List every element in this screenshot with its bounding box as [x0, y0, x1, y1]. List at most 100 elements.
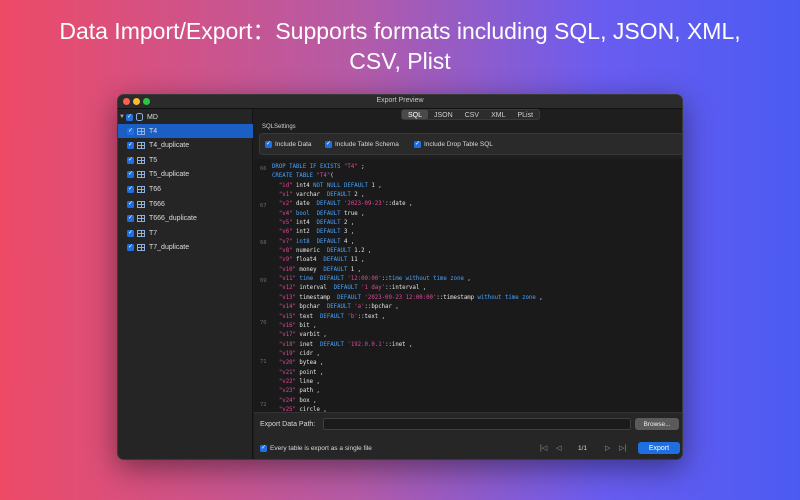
code-line: "v9" float4 DEFAULT 11 ,: [278, 257, 365, 264]
tree-root-label: MD: [147, 113, 158, 121]
checkbox-checked-icon[interactable]: ✓: [127, 229, 134, 237]
code-line: "v24" box ,: [278, 397, 317, 404]
tab-csv[interactable]: CSV: [459, 110, 485, 119]
gutter-number: 68: [260, 240, 267, 246]
code-line: "v2" date DEFAULT '2023-09-23'::date ,: [278, 201, 413, 208]
checkbox-checked-icon[interactable]: ✓: [126, 113, 133, 121]
first-page-icon[interactable]: |◁: [540, 444, 547, 452]
table-icon: [137, 156, 145, 164]
code-line: "v16" bit ,: [278, 322, 317, 329]
export-preview-window: Export Preview ▼ ✓ MD ✓ T4 ✓ T4_duplicate ✓ T…: [117, 94, 683, 460]
checkbox-checked-icon[interactable]: ✓: [127, 142, 134, 150]
tab-plist[interactable]: PList: [512, 110, 540, 119]
database-icon: [136, 113, 143, 121]
sidebar-item-table[interactable]: ✓ T5: [118, 153, 253, 167]
sidebar-item-table[interactable]: ✓ T4: [118, 124, 253, 138]
table-icon: [137, 229, 145, 237]
code-lines: DROP TABLE IF EXISTS "T4" ; CREATE TABLE …: [272, 163, 678, 412]
checkbox-checked-icon[interactable]: ✓: [127, 200, 134, 208]
checkbox-checked-icon[interactable]: ✓: [127, 185, 134, 193]
sidebar-item-label: T4: [149, 127, 158, 135]
include-data-option[interactable]: ✓ Include Data: [265, 141, 312, 148]
gutter-number: 69: [260, 278, 267, 284]
single-file-label: Every table is export as a single file: [270, 445, 372, 452]
sidebar-item-table[interactable]: ✓ T4_duplicate: [118, 139, 253, 153]
headline-line-2: CSV, Plist: [349, 48, 451, 74]
checkbox-checked-icon[interactable]: ✓: [127, 156, 134, 164]
sidebar-item-table[interactable]: ✓ T66: [118, 182, 253, 196]
include-drop-label: Include Drop Table SQL: [424, 141, 493, 148]
table-tree-sidebar: ▼ ✓ MD ✓ T4 ✓ T4_duplicate ✓ T5 ✓ T5_duplicate ✓…: [118, 109, 253, 459]
checkbox-checked-icon[interactable]: ✓: [325, 141, 332, 148]
table-icon: [137, 185, 145, 193]
code-line: "id" int4 NOT NULL DEFAULT 1 ,: [278, 182, 382, 189]
headline: Data Import/Export：Supports formats incl…: [0, 16, 800, 76]
export-footer: Export Data Path: Browse... ✓ Every tabl…: [254, 412, 682, 459]
export-path-input[interactable]: [323, 418, 631, 430]
previous-page-icon[interactable]: ◁: [556, 444, 561, 452]
table-icon: [137, 142, 145, 150]
table-icon: [137, 215, 145, 223]
table-icon: [137, 244, 145, 252]
sidebar-item-label: T5: [149, 156, 158, 164]
checkbox-checked-icon[interactable]: ✓: [265, 141, 272, 148]
include-schema-option[interactable]: ✓ Include Table Schema: [325, 141, 399, 148]
code-line: "v8" numeric DEFAULT 1.2 ,: [278, 248, 372, 255]
code-line: "v4" bool DEFAULT true ,: [278, 210, 365, 217]
code-line: CREATE TABLE "T4"(: [272, 173, 334, 180]
sidebar-item-label: T7_duplicate: [149, 244, 190, 252]
chevron-down-icon[interactable]: ▼: [118, 114, 126, 120]
single-file-option[interactable]: ✓ Every table is export as a single file: [260, 445, 372, 452]
page-indicator: 1/1: [578, 445, 588, 452]
tab-sql[interactable]: SQL: [402, 110, 429, 119]
code-line: "v12" interval DEFAULT '1 day'::interval…: [278, 285, 427, 292]
code-line: "v14" bpchar DEFAULT 'a'::bpchar ,: [278, 304, 399, 311]
gutter-number: 70: [260, 320, 267, 326]
checkbox-checked-icon[interactable]: ✓: [127, 171, 134, 179]
browse-button[interactable]: Browse...: [635, 418, 679, 430]
sql-preview-editor[interactable]: 66 67 68 69 70 71 72 DROP TABLE IF EXIST…: [254, 159, 682, 412]
sidebar-item-table[interactable]: ✓ T5_duplicate: [118, 168, 253, 182]
gutter-number: 67: [260, 203, 267, 209]
gutter-number: 66: [260, 166, 267, 172]
next-page-icon[interactable]: ▷: [605, 444, 610, 452]
sidebar-item-label: T666_duplicate: [149, 215, 197, 223]
tree-root-database[interactable]: ▼ ✓ MD: [118, 110, 253, 124]
tab-xml[interactable]: XML: [485, 110, 511, 119]
export-button[interactable]: Export: [638, 442, 680, 454]
checkbox-checked-icon[interactable]: ✓: [260, 445, 267, 452]
table-icon: [137, 127, 145, 135]
sidebar-item-label: T4_duplicate: [149, 142, 190, 150]
title-bar: Export Preview: [118, 95, 682, 109]
sidebar-item-table[interactable]: ✓ T666_duplicate: [118, 212, 253, 226]
sidebar-item-table[interactable]: ✓ T666: [118, 197, 253, 211]
code-line: "v22" line ,: [278, 378, 320, 385]
gutter-number: 72: [260, 402, 267, 408]
window-title: Export Preview: [376, 97, 424, 104]
checkbox-checked-icon[interactable]: ✓: [127, 244, 134, 252]
code-line: "v5" int4 DEFAULT 2 ,: [278, 220, 355, 227]
checkbox-checked-icon[interactable]: ✓: [127, 127, 134, 135]
include-data-label: Include Data: [275, 141, 312, 148]
last-page-icon[interactable]: ▷|: [619, 444, 626, 452]
include-drop-option[interactable]: ✓ Include Drop Table SQL: [414, 141, 493, 148]
sql-settings-label: SQLSettings: [262, 124, 296, 130]
table-icon: [137, 171, 145, 179]
code-line: "v13" timestamp DEFAULT '2023-09-23 12:0…: [278, 294, 543, 301]
code-line: "v18" inet DEFAULT '192.0.0.1'::inet ,: [278, 341, 413, 348]
table-icon: [137, 200, 145, 208]
sidebar-item-label: T66: [149, 185, 162, 193]
checkbox-checked-icon[interactable]: ✓: [414, 141, 421, 148]
tab-json[interactable]: JSON: [428, 110, 459, 119]
code-line: "v10" money DEFAULT 1 ,: [278, 266, 362, 273]
include-schema-label: Include Table Schema: [335, 141, 399, 148]
code-line: "v23" path ,: [278, 388, 320, 395]
checkbox-checked-icon[interactable]: ✓: [127, 215, 134, 223]
code-line: DROP TABLE IF EXISTS "T4" ;: [272, 164, 365, 170]
sql-settings-box: ✓ Include Data ✓ Include Table Schema ✓ …: [259, 133, 682, 155]
code-line: "v17" varbit ,: [278, 332, 327, 339]
code-line: "v21" point ,: [278, 369, 324, 376]
sidebar-item-table[interactable]: ✓ T7_duplicate: [118, 241, 253, 255]
code-line: "v20" bytea ,: [278, 360, 324, 367]
sidebar-item-table[interactable]: ✓ T7: [118, 226, 253, 240]
